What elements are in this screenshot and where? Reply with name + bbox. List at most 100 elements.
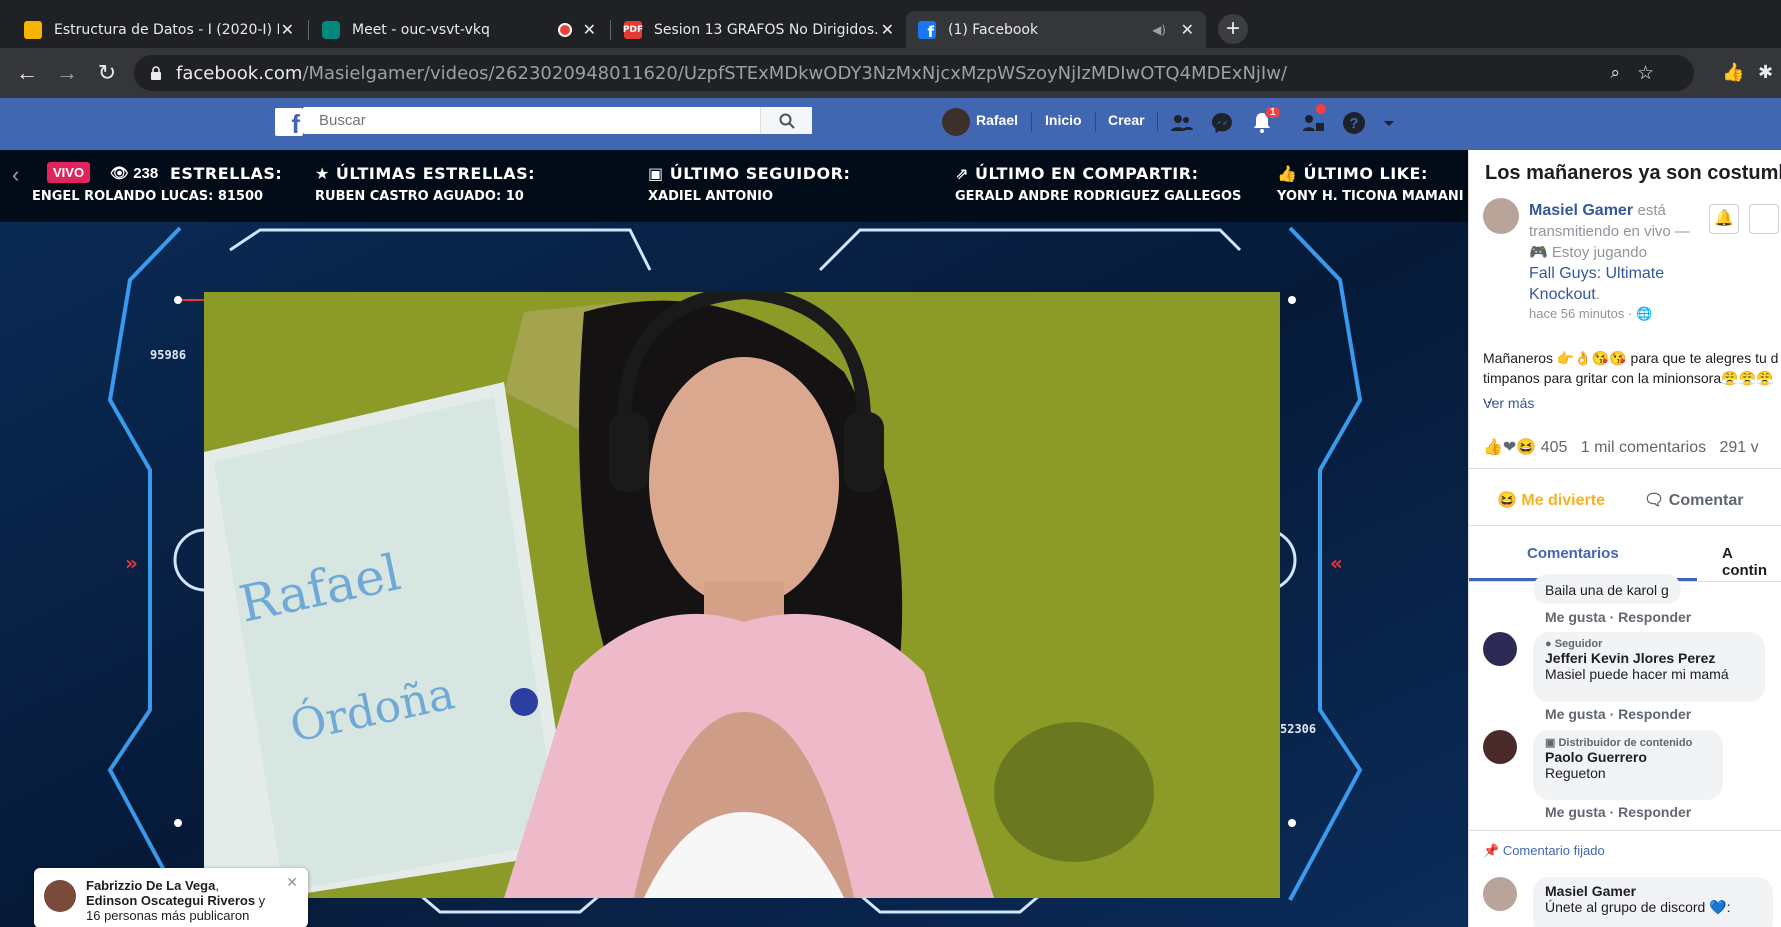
search-box xyxy=(303,107,812,134)
star-icon: ★ xyxy=(315,164,330,183)
avatar[interactable] xyxy=(1483,632,1517,666)
recording-icon xyxy=(558,22,572,37)
reactions-icon[interactable]: 👍❤😆 xyxy=(1483,439,1536,456)
hud-number: 95986 xyxy=(150,348,187,362)
tab-meet[interactable]: Meet - ouc-vsvt-vkq ✕ xyxy=(310,11,608,48)
comment-actions[interactable]: Me gusta · Responder xyxy=(1545,609,1691,625)
tab-pdf[interactable]: PDF Sesion 13 GRAFOS No Dirigidos.p ✕ xyxy=(612,11,906,48)
tab-title: Meet - ouc-vsvt-vkq xyxy=(352,21,490,38)
pinned-comment-label: 📌 Comentario fijado xyxy=(1483,843,1605,858)
avatar[interactable] xyxy=(1483,730,1517,764)
notification-badge: 1 xyxy=(1265,106,1281,119)
meet-icon xyxy=(322,20,340,39)
tab-facebook[interactable]: f (1) Facebook ◀) ✕ xyxy=(906,11,1206,48)
comment-text: Masiel puede hacer mi mamá xyxy=(1545,666,1729,682)
facebook-icon: f xyxy=(918,20,936,41)
chevron-down-icon[interactable] xyxy=(1382,111,1396,135)
tab-title: Sesion 13 GRAFOS No Dirigidos.p xyxy=(654,21,879,38)
forward-icon[interactable]: → xyxy=(54,60,80,86)
stars-stat: ESTRELLAS: ENGEL ROLANDO LUCAS: 81500 xyxy=(32,164,283,204)
distributor-badge: ▣ Distribuidor de contenido xyxy=(1545,737,1693,749)
tab-estructura[interactable]: Estructura de Datos - I (2020-I) M ✕ xyxy=(12,11,306,48)
avatar xyxy=(44,880,76,912)
create-link[interactable]: Crear xyxy=(1108,112,1145,128)
close-icon[interactable]: ✕ xyxy=(286,874,298,891)
comment-bubble: Masiel Gamer Únete al grupo de discord 💙… xyxy=(1533,877,1773,927)
thumbs-up-icon: 👍 xyxy=(1277,164,1298,183)
video-player[interactable]: » « 95986 52306 ‹ VIVO 👁 238 ESTRELLAS: … xyxy=(0,150,1468,927)
comment-actions[interactable]: Me gusta · Responder xyxy=(1545,706,1691,722)
reload-icon[interactable]: ↻ xyxy=(94,60,120,86)
last-share-stat: ⇗ ÚLTIMO EN COMPARTIR: GERALD ANDRE RODR… xyxy=(955,164,1242,204)
save-button[interactable] xyxy=(1749,204,1779,234)
browser-toolbar: ← → ↻ facebook.com/Masielgamer/videos/26… xyxy=(0,48,1781,98)
messenger-icon[interactable] xyxy=(1210,111,1234,135)
profile-link[interactable]: Rafael xyxy=(976,112,1018,128)
url-text: facebook.com/Masielgamer/videos/26230209… xyxy=(176,62,1288,84)
lock-icon xyxy=(150,66,162,80)
mute-icon[interactable]: ◀) xyxy=(1152,23,1166,37)
avatar[interactable] xyxy=(1483,198,1519,234)
post-header: Masiel Gamer está transmitiendo en vivo … xyxy=(1529,202,1690,303)
quick-help-icon[interactable] xyxy=(1302,111,1326,135)
search-icon[interactable] xyxy=(760,107,812,134)
chevron-left-icon[interactable]: ‹ xyxy=(12,162,19,188)
last-stars-stat: ★ ÚLTIMAS ESTRELLAS: RUBEN CASTRO AGUADO… xyxy=(315,164,536,204)
avatar[interactable] xyxy=(1483,877,1517,911)
post-time: hace 56 minutos · 🌐 xyxy=(1529,306,1653,321)
hud-number: 52306 xyxy=(1280,722,1317,736)
search-input[interactable] xyxy=(303,112,763,129)
close-icon[interactable]: ✕ xyxy=(583,20,596,39)
help-icon[interactable]: ? xyxy=(1342,111,1366,135)
close-icon[interactable]: ✕ xyxy=(281,20,294,39)
globe-icon: 🌐 xyxy=(1635,306,1653,321)
pdf-icon: PDF xyxy=(623,20,643,39)
extension-icon[interactable]: 👍 xyxy=(1722,62,1744,83)
new-tab-button[interactable]: + xyxy=(1218,14,1248,44)
close-icon[interactable]: ✕ xyxy=(1181,20,1194,39)
comment-author[interactable]: Masiel Gamer xyxy=(1545,883,1761,899)
author-link[interactable]: Masiel Gamer xyxy=(1529,202,1633,219)
comment-bubble: ▣ Distribuidor de contenido Paolo Guerre… xyxy=(1533,730,1723,800)
comment-actions[interactable]: Me gusta · Responder xyxy=(1545,804,1691,820)
last-follower-stat: ▣ ÚLTIMO SEGUIDOR: XADIEL ANTONIO xyxy=(648,164,851,204)
comment-author[interactable]: Paolo Guerrero xyxy=(1545,749,1711,765)
svg-text:«: « xyxy=(1330,551,1343,575)
tab-title: Estructura de Datos - I (2020-I) M xyxy=(54,21,279,38)
comment-bubble: Baila una de karol g xyxy=(1533,574,1681,604)
tab-title: (1) Facebook xyxy=(948,21,1039,38)
comment-bubble: ● Seguidor Jefferi Kevin Jlores Perez Ma… xyxy=(1533,632,1765,702)
tab-continuous[interactable]: A contin xyxy=(1722,545,1781,579)
streamer-image: Rafael Órdoña xyxy=(204,292,1280,898)
last-like-stat: 👍 ÚLTIMO LIKE: YONY H. TICONA MAMANI xyxy=(1277,164,1464,204)
comment-author[interactable]: Jefferi Kevin Jlores Perez xyxy=(1545,650,1753,666)
see-more-link[interactable]: Ver más xyxy=(1483,395,1534,411)
puzzle-icon[interactable]: ✱ xyxy=(1758,62,1773,83)
comment-text: Baila una de karol g xyxy=(1545,582,1669,598)
bell-icon[interactable]: 🔔 xyxy=(1709,204,1739,234)
activity-notification[interactable]: Fabrizzio De La Vega, Edinson Oscategui … xyxy=(34,868,308,927)
tab-comments[interactable]: Comentarios xyxy=(1527,545,1619,562)
react-button[interactable]: 😆 Me divierte xyxy=(1497,490,1605,510)
address-bar[interactable]: facebook.com/Masielgamer/videos/26230209… xyxy=(134,55,1694,91)
follower-icon: ▣ xyxy=(648,164,664,183)
close-icon[interactable]: ✕ xyxy=(881,20,894,39)
zoom-icon[interactable]: ⌕ xyxy=(1610,63,1620,83)
post-title: Los mañaneros ya son costumbre xyxy=(1485,162,1781,184)
avatar[interactable] xyxy=(942,108,970,136)
comment-text: Regueton xyxy=(1545,765,1606,781)
facebook-header: f Rafael Inicio Crear 1 ? xyxy=(0,98,1781,150)
friends-icon[interactable] xyxy=(1170,111,1194,135)
star-icon[interactable]: ☆ xyxy=(1637,62,1654,85)
follower-badge: ● Seguidor xyxy=(1545,638,1603,650)
facebook-logo-icon[interactable]: f xyxy=(275,108,303,139)
svg-text:»: » xyxy=(125,551,138,575)
comment-button[interactable]: 🗨 Comentar xyxy=(1644,490,1743,510)
back-icon[interactable]: ← xyxy=(14,60,40,86)
share-icon: ⇗ xyxy=(955,164,969,183)
home-link[interactable]: Inicio xyxy=(1045,112,1082,128)
browser-tab-bar: Estructura de Datos - I (2020-I) M ✕ Mee… xyxy=(0,0,1781,48)
reaction-summary: 👍❤😆 405 1 mil comentarios 291 v xyxy=(1483,439,1759,456)
post-sidebar: Los mañaneros ya son costumbre Masiel Ga… xyxy=(1468,150,1781,927)
svg-text:?: ? xyxy=(1349,115,1358,132)
